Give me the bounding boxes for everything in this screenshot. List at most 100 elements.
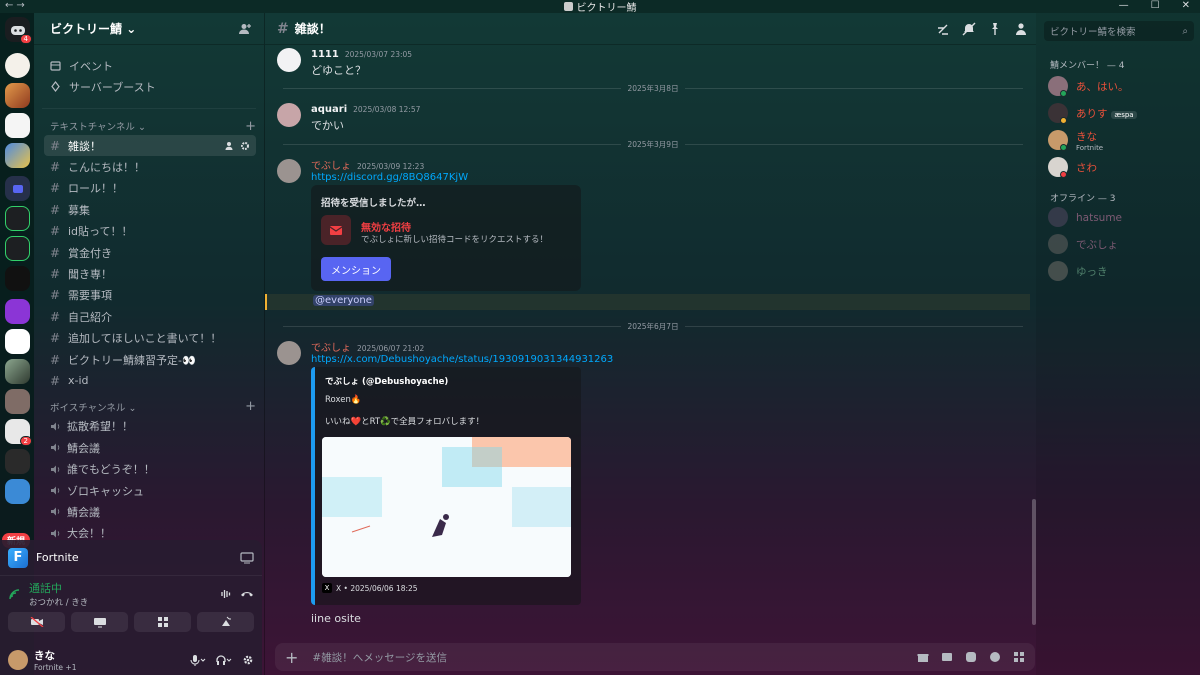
disconnect-icon[interactable] xyxy=(240,589,254,599)
message[interactable]: でぶしょ 2025/06/07 21:02 https://x.com/Debus… xyxy=(275,339,1035,365)
server-icon[interactable] xyxy=(5,143,30,168)
settings-gear-icon[interactable] xyxy=(242,654,254,666)
attach-plus-icon[interactable]: + xyxy=(285,648,298,667)
text-channel[interactable]: # 自己紹介 xyxy=(44,306,256,327)
headphones-icon[interactable] xyxy=(216,654,232,666)
soundboard-button[interactable] xyxy=(197,612,254,632)
apps-icon[interactable] xyxy=(1013,651,1025,663)
author-avatar[interactable] xyxy=(277,48,301,72)
voice-channel[interactable]: ゾロキャッシュ xyxy=(44,480,256,501)
voice-channel[interactable]: 拡散希望！！ xyxy=(44,416,256,437)
server-icon[interactable]: 2 xyxy=(5,419,32,446)
server-search[interactable]: ビクトリー鯖を検索 ⌕ xyxy=(1044,21,1194,41)
member-online[interactable]: きな Fortnite xyxy=(1048,129,1103,152)
text-channel[interactable]: # 雑談！ xyxy=(44,135,256,157)
add-channel-icon[interactable]: + xyxy=(245,399,256,414)
message-input[interactable]: #雑談！へメッセージを送信 xyxy=(312,650,447,665)
server-icon[interactable] xyxy=(5,236,30,261)
message-composer[interactable]: + #雑談！へメッセージを送信 xyxy=(275,643,1035,671)
server-icon[interactable] xyxy=(5,206,30,231)
invite-link[interactable]: https://discord.gg/8BQ8647KjW xyxy=(311,172,1035,183)
text-channel[interactable]: # 追加してほしいこと書いて！！ xyxy=(44,328,256,349)
add-channel-icon[interactable]: + xyxy=(245,119,256,134)
add-member-icon[interactable] xyxy=(238,23,252,35)
guild-header[interactable]: ビクトリー鯖 ⌄ xyxy=(34,13,264,45)
voice-channel-name[interactable]: おつかれ / きき xyxy=(29,596,88,608)
text-channel[interactable]: # x-id xyxy=(44,370,256,391)
microphone-icon[interactable] xyxy=(190,654,206,666)
member-online[interactable]: ありす æspa xyxy=(1048,102,1137,124)
history-nav[interactable]: ←→ xyxy=(5,0,28,11)
settings-gear-icon[interactable] xyxy=(240,141,250,151)
pinned-messages-icon[interactable] xyxy=(988,22,1002,36)
author-avatar[interactable] xyxy=(277,341,301,365)
voice-channel[interactable]: 鯖会議 xyxy=(44,437,256,458)
events-link[interactable]: イベント xyxy=(34,55,264,76)
text-channel[interactable]: # 賞金付き xyxy=(44,242,256,263)
author-avatar[interactable] xyxy=(277,159,301,183)
x-link[interactable]: https://x.com/Debushoyache/status/193091… xyxy=(311,354,1035,365)
user-avatar[interactable] xyxy=(8,650,28,670)
author-avatar[interactable] xyxy=(277,103,301,127)
server-icon[interactable] xyxy=(5,83,30,108)
text-channel[interactable]: # 聞き専！ xyxy=(44,263,256,284)
server-icon[interactable] xyxy=(5,329,30,354)
voice-category-header[interactable]: ボイスチャンネル ⌄ + xyxy=(34,398,264,416)
embed-image[interactable] xyxy=(322,437,571,577)
threads-icon[interactable] xyxy=(936,22,950,36)
noise-suppression-icon[interactable] xyxy=(220,588,232,600)
text-channel[interactable]: # ビクトリー鯖練習予定-👀 xyxy=(44,349,256,370)
member-offline[interactable]: でぶしょ xyxy=(1048,233,1118,255)
gif-icon[interactable] xyxy=(941,651,953,663)
gift-icon[interactable] xyxy=(917,651,929,663)
mention-button[interactable]: メンション xyxy=(321,257,391,281)
invite-icon[interactable] xyxy=(225,141,235,151)
server-icon[interactable] xyxy=(5,449,30,474)
folder-icon[interactable] xyxy=(5,176,30,201)
server-icon[interactable] xyxy=(5,479,30,504)
emoji-icon[interactable] xyxy=(989,651,1001,663)
server-boost-link[interactable]: サーバーブースト xyxy=(34,76,264,97)
activities-button[interactable] xyxy=(134,612,191,632)
sticker-icon[interactable] xyxy=(965,651,977,663)
everyone-mention[interactable]: @everyone xyxy=(313,295,374,306)
screen-share-icon[interactable] xyxy=(240,551,254,564)
text-channel[interactable]: # id貼って！！ xyxy=(44,221,256,242)
maximize-button[interactable]: ☐ xyxy=(1151,0,1160,11)
member-online[interactable]: あ、はい。 xyxy=(1048,75,1129,97)
notification-muted-icon[interactable] xyxy=(962,22,976,36)
text-channel[interactable]: # 需要事項 xyxy=(44,285,256,306)
share-screen-button[interactable] xyxy=(71,612,128,632)
message-author[interactable]: 1111 xyxy=(311,49,339,60)
server-icon[interactable] xyxy=(5,299,30,324)
mention-highlight[interactable]: @everyone xyxy=(265,294,1030,310)
server-icon[interactable] xyxy=(5,113,30,138)
server-icon[interactable] xyxy=(5,389,30,414)
text-channel[interactable]: # 募集 xyxy=(44,199,256,220)
text-category-header[interactable]: テキストチャンネル ⌄ + xyxy=(34,117,264,135)
embed-author[interactable]: でぶしょ (@Debushoyache) xyxy=(325,375,571,387)
current-user[interactable]: きな Fortnite +1 xyxy=(0,640,262,675)
message[interactable]: aquari 2025/03/08 12:57 でかい xyxy=(275,101,1035,133)
message-author[interactable]: でぶしょ xyxy=(311,343,351,354)
camera-button[interactable] xyxy=(8,612,65,632)
server-icon[interactable] xyxy=(5,53,30,78)
member-offline[interactable]: ゆっき xyxy=(1048,260,1108,282)
message-author[interactable]: でぶしょ xyxy=(311,161,351,172)
close-button[interactable]: ✕ xyxy=(1182,0,1190,11)
member-online[interactable]: さわ xyxy=(1048,156,1097,178)
message[interactable]: 1111 2025/03/07 23:05 どゆこと？ xyxy=(275,46,1035,78)
member-list-icon[interactable] xyxy=(1014,22,1028,36)
message[interactable]: でぶしょ 2025/03/09 12:23 https://discord.gg/… xyxy=(275,157,1035,183)
server-icon[interactable] xyxy=(5,359,30,384)
member-offline[interactable]: hatsume xyxy=(1048,206,1122,228)
voice-channel[interactable]: 鯖会議 xyxy=(44,501,256,522)
voice-status[interactable]: 通話中 xyxy=(29,580,88,596)
text-channel[interactable]: # こんにちは！！ xyxy=(44,156,256,177)
text-channel[interactable]: # ロール！！ xyxy=(44,178,256,199)
server-icon[interactable] xyxy=(5,266,30,291)
minimize-button[interactable]: — xyxy=(1119,0,1129,11)
home-button[interactable]: 4 xyxy=(5,17,32,44)
voice-channel[interactable]: 誰でもどうぞ！！ xyxy=(44,458,256,479)
message-author[interactable]: aquari xyxy=(311,104,347,115)
